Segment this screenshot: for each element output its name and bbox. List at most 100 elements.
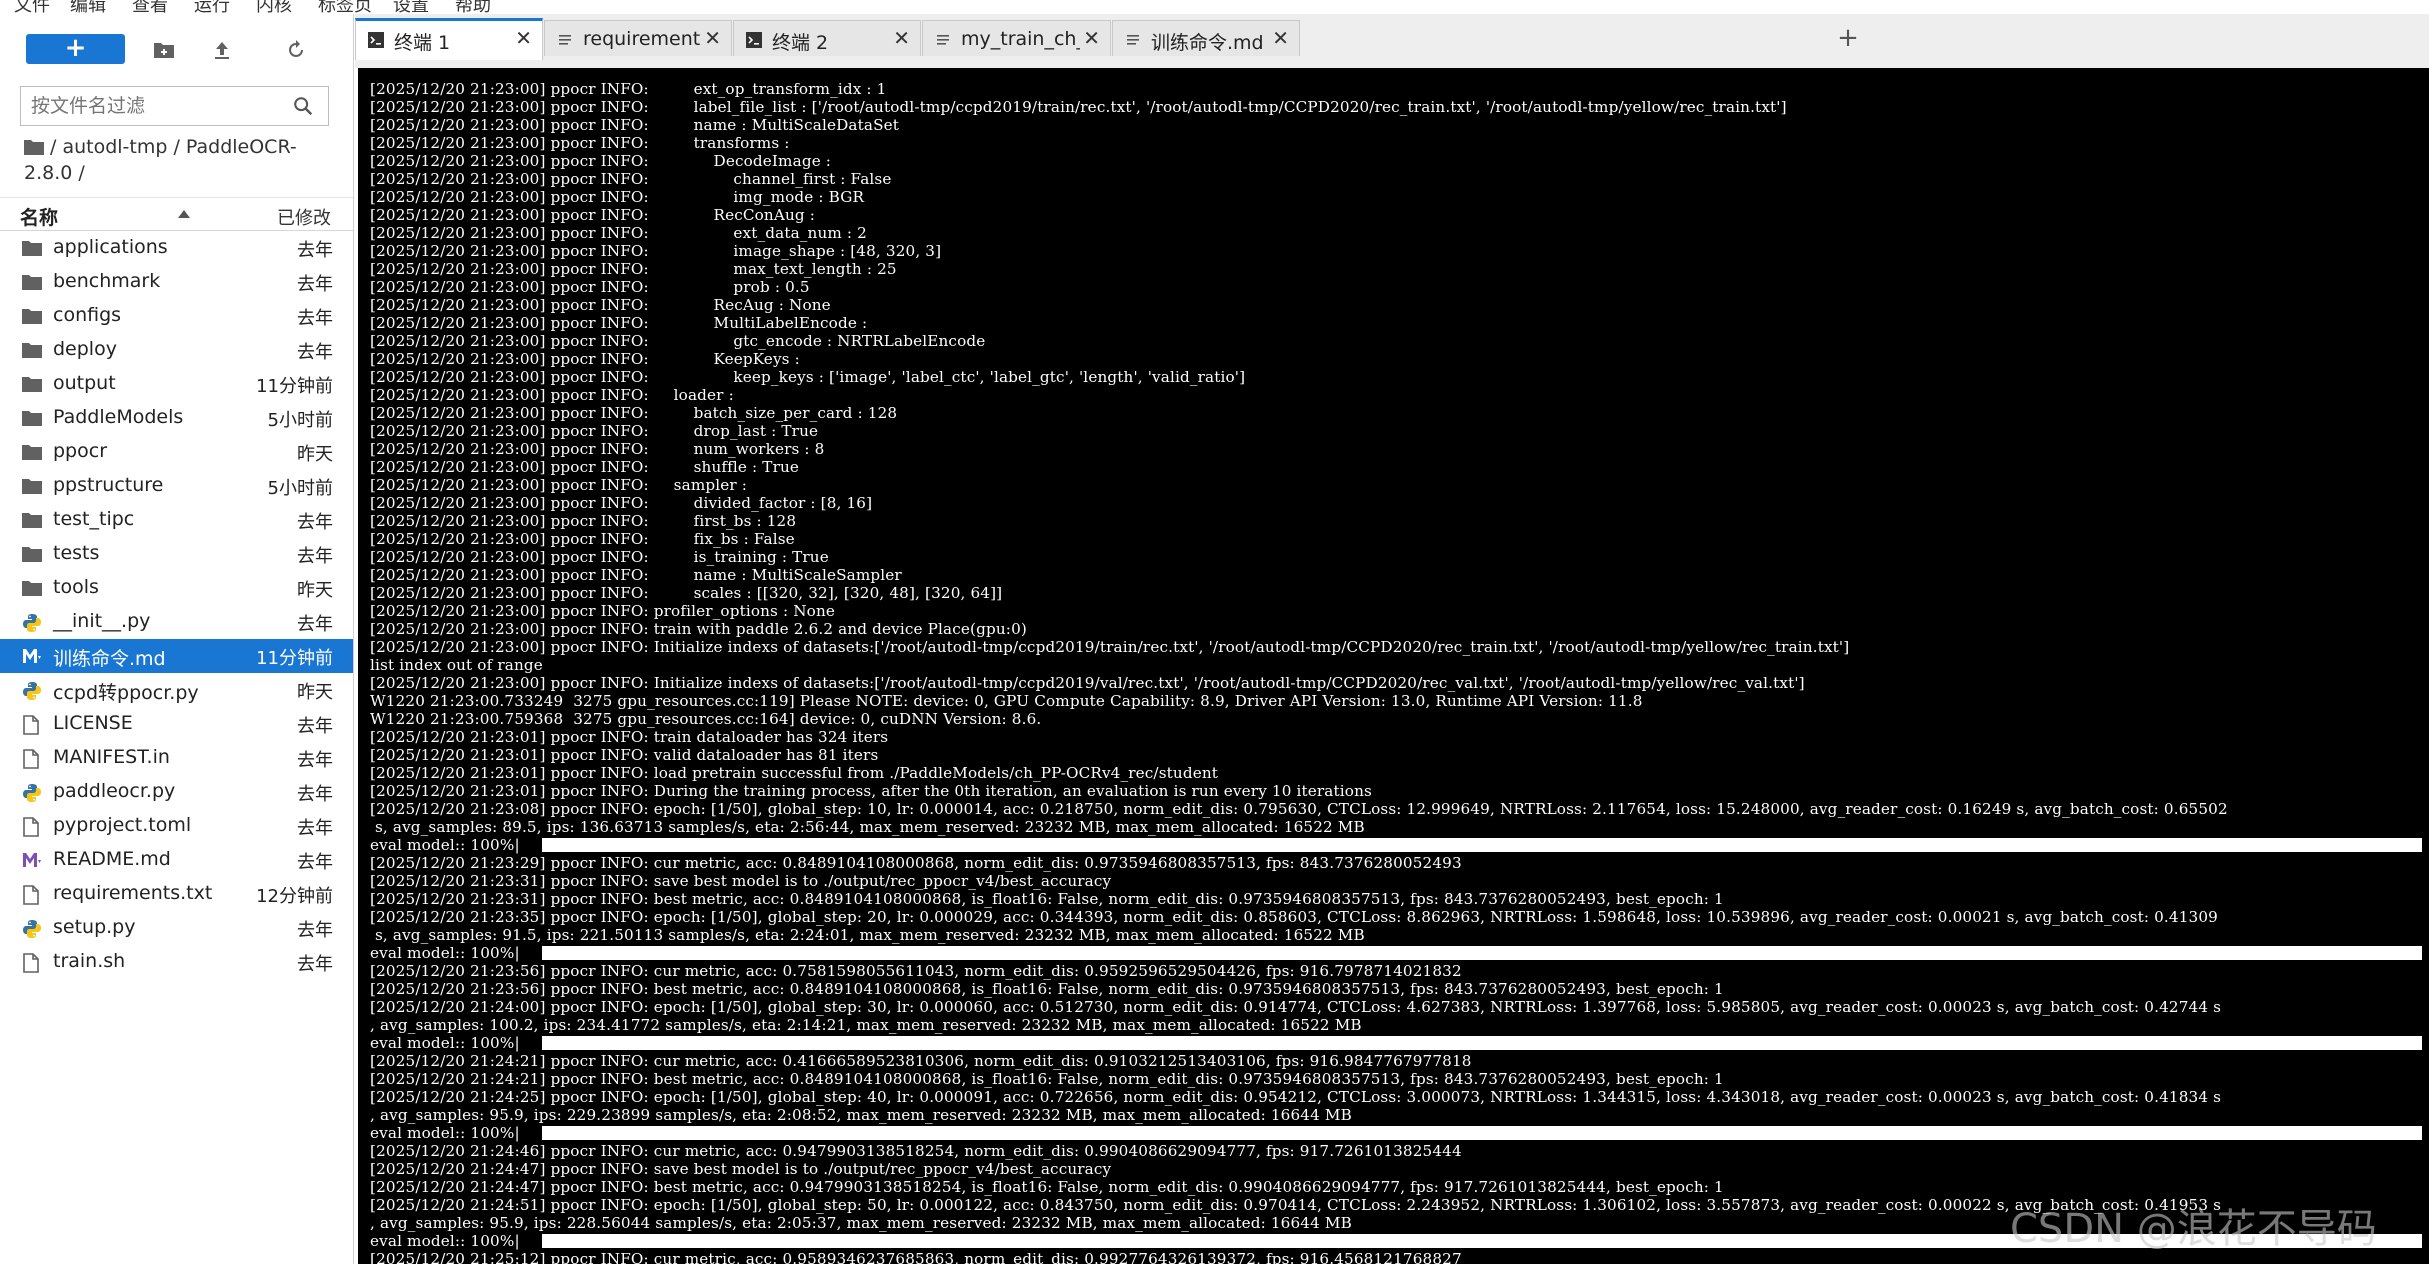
folder-icon[interactable]: [24, 139, 44, 155]
file-list-item[interactable]: applications 去年: [0, 231, 353, 265]
file-list-item[interactable]: setup.py 去年: [0, 911, 353, 945]
menu-item[interactable]: 内核: [256, 0, 292, 14]
new-launcher-button[interactable]: +: [26, 34, 125, 64]
file-list-item[interactable]: README.md 去年: [0, 843, 353, 877]
breadcrumb: / autodl-tmp / PaddleOCR-2.8.0 /: [24, 134, 324, 186]
file-list-item[interactable]: benchmark 去年: [0, 265, 353, 299]
modified-column-header[interactable]: 已修改: [277, 204, 331, 230]
file-name: MANIFEST.in: [53, 746, 170, 768]
file-name: tools: [53, 576, 99, 598]
terminal-line: [2025/12/20 21:23:00] ppocr INFO: img_mo…: [370, 188, 865, 206]
file-modified: 去年: [297, 954, 333, 975]
folder-icon: [22, 409, 42, 427]
file-modified: 去年: [297, 512, 333, 533]
file-modified: 昨天: [297, 444, 333, 465]
file-list-item[interactable]: requirements.txt 12分钟前: [0, 877, 353, 911]
file-name: tests: [53, 542, 100, 564]
menu-item[interactable]: 标签页: [318, 0, 372, 14]
menu-item[interactable]: 运行: [194, 0, 230, 14]
file-list-item[interactable]: MANIFEST.in 去年: [0, 741, 353, 775]
add-tab-button[interactable]: +: [1833, 24, 1863, 54]
file-modified: 去年: [297, 920, 333, 941]
file-list-item[interactable]: configs 去年: [0, 299, 353, 333]
file-modified: 去年: [297, 546, 333, 567]
file-name: train.sh: [53, 950, 126, 972]
terminal-line: [2025/12/20 21:23:00] ppocr INFO: divide…: [370, 494, 873, 512]
refresh-icon[interactable]: [284, 38, 308, 62]
terminal-line: [2025/12/20 21:23:00] ppocr INFO: name :…: [370, 566, 902, 584]
editor-tab[interactable]: 训练命令.md ✕: [1112, 20, 1300, 56]
editor-tab[interactable]: 终端 2 ✕: [733, 20, 921, 56]
menu-bar: 文件 编辑 查看 运行 内核 标签页 设置 帮助: [0, 0, 2429, 14]
progress-line: eval model:: 100%|| 81/81 [00:20<00:00, …: [370, 1034, 2422, 1052]
close-icon[interactable]: ✕: [1272, 26, 1289, 50]
folder-icon: [22, 273, 42, 291]
progress-label: eval model:: 100%|: [370, 944, 520, 962]
file-modified: 去年: [297, 818, 333, 839]
terminal-line: list index out of range: [370, 656, 543, 674]
terminal-icon: [368, 32, 384, 48]
terminal-view[interactable]: [2025/12/20 21:23:00] ppocr INFO: ext_op…: [358, 68, 2429, 1264]
progress-bar-fill: [542, 1126, 2422, 1140]
file-modified: 去年: [297, 240, 333, 261]
terminal-line: [2025/12/20 21:24:00] ppocr INFO: epoch:…: [370, 998, 2222, 1016]
file-list-item[interactable]: LICENSE 去年: [0, 707, 353, 741]
sort-ascending-icon[interactable]: [178, 210, 190, 218]
file-list-item[interactable]: ccpd转ppocr.py 昨天: [0, 673, 353, 707]
file-name: ccpd转ppocr.py: [53, 682, 199, 704]
file-list-item[interactable]: tools 昨天: [0, 571, 353, 605]
file-name: setup.py: [53, 916, 136, 938]
terminal-line: [2025/12/20 21:23:00] ppocr INFO: KeepKe…: [370, 350, 800, 368]
file-list-item[interactable]: 训练命令.md 11分钟前: [0, 639, 353, 673]
file-list-item[interactable]: paddleocr.py 去年: [0, 775, 353, 809]
terminal-line: [2025/12/20 21:23:00] ppocr INFO: gtc_en…: [370, 332, 986, 350]
terminal-line: [2025/12/20 21:23:00] ppocr INFO: drop_l…: [370, 422, 819, 440]
terminal-line: [2025/12/20 21:24:21] ppocr INFO: cur me…: [370, 1052, 1472, 1070]
terminal-line: [2025/12/20 21:23:01] ppocr INFO: During…: [370, 782, 1372, 800]
search-icon[interactable]: [292, 95, 314, 117]
file-list-item[interactable]: PaddleModels 5小时前: [0, 401, 353, 435]
close-icon[interactable]: ✕: [515, 26, 532, 50]
menu-item[interactable]: 帮助: [455, 0, 491, 14]
file-list-item[interactable]: ppocr 昨天: [0, 435, 353, 469]
python-icon: [22, 783, 42, 802]
file-list-item[interactable]: ppstructure 5小时前: [0, 469, 353, 503]
menu-item[interactable]: 编辑: [70, 0, 106, 14]
file-modified: 11分钟前: [256, 376, 333, 397]
file-list-item[interactable]: deploy 去年: [0, 333, 353, 367]
terminal-line: [2025/12/20 21:23:00] ppocr INFO: RecCon…: [370, 206, 816, 224]
menu-item[interactable]: 设置: [393, 0, 429, 14]
progress-label: eval model:: 100%|: [370, 1124, 520, 1142]
menu-item[interactable]: 文件: [14, 0, 50, 14]
file-list-item[interactable]: train.sh 去年: [0, 945, 353, 979]
close-icon[interactable]: ✕: [704, 26, 721, 50]
file-list-item[interactable]: test_tipc 去年: [0, 503, 353, 537]
file-modified: 去年: [297, 614, 333, 635]
upload-icon[interactable]: [210, 38, 234, 62]
terminal-line: [2025/12/20 21:23:00] ppocr INFO: scales…: [370, 584, 1003, 602]
name-column-header[interactable]: 名称: [20, 203, 58, 230]
editor-tab[interactable]: 终端 1 ✕: [355, 18, 543, 60]
editor-tab[interactable]: requirements.txt✕: [544, 20, 732, 56]
file-icon: [22, 715, 42, 735]
editor-tab[interactable]: my_train_ch_PP-OCRv4_rec✕: [922, 20, 1111, 56]
terminal-line: , avg_samples: 95.9, ips: 229.23899 samp…: [370, 1106, 1352, 1124]
terminal-line: s, avg_samples: 89.5, ips: 136.63713 sam…: [370, 818, 1365, 836]
close-icon[interactable]: ✕: [1083, 26, 1100, 50]
file-list-item[interactable]: tests 去年: [0, 537, 353, 571]
terminal-line: [2025/12/20 21:24:25] ppocr INFO: epoch:…: [370, 1088, 2222, 1106]
folder-icon: [22, 545, 42, 563]
file-list-item[interactable]: pyproject.toml 去年: [0, 809, 353, 843]
file-filter-input[interactable]: [31, 93, 291, 119]
file-modified: 12分钟前: [256, 886, 333, 907]
close-icon[interactable]: ✕: [893, 26, 910, 50]
new-folder-icon[interactable]: [152, 38, 176, 62]
menu-item[interactable]: 查看: [132, 0, 168, 14]
terminal-line: [2025/12/20 21:23:00] ppocr INFO: num_wo…: [370, 440, 825, 458]
terminal-line: [2025/12/20 21:23:00] ppocr INFO: loader…: [370, 386, 734, 404]
breadcrumb-path[interactable]: / autodl-tmp / PaddleOCR-2.8.0 /: [24, 136, 297, 184]
file-filter-box: [20, 86, 329, 126]
file-list-item[interactable]: output 11分钟前: [0, 367, 353, 401]
file-list-item[interactable]: __init__.py 去年: [0, 605, 353, 639]
file-modified: 去年: [297, 750, 333, 771]
